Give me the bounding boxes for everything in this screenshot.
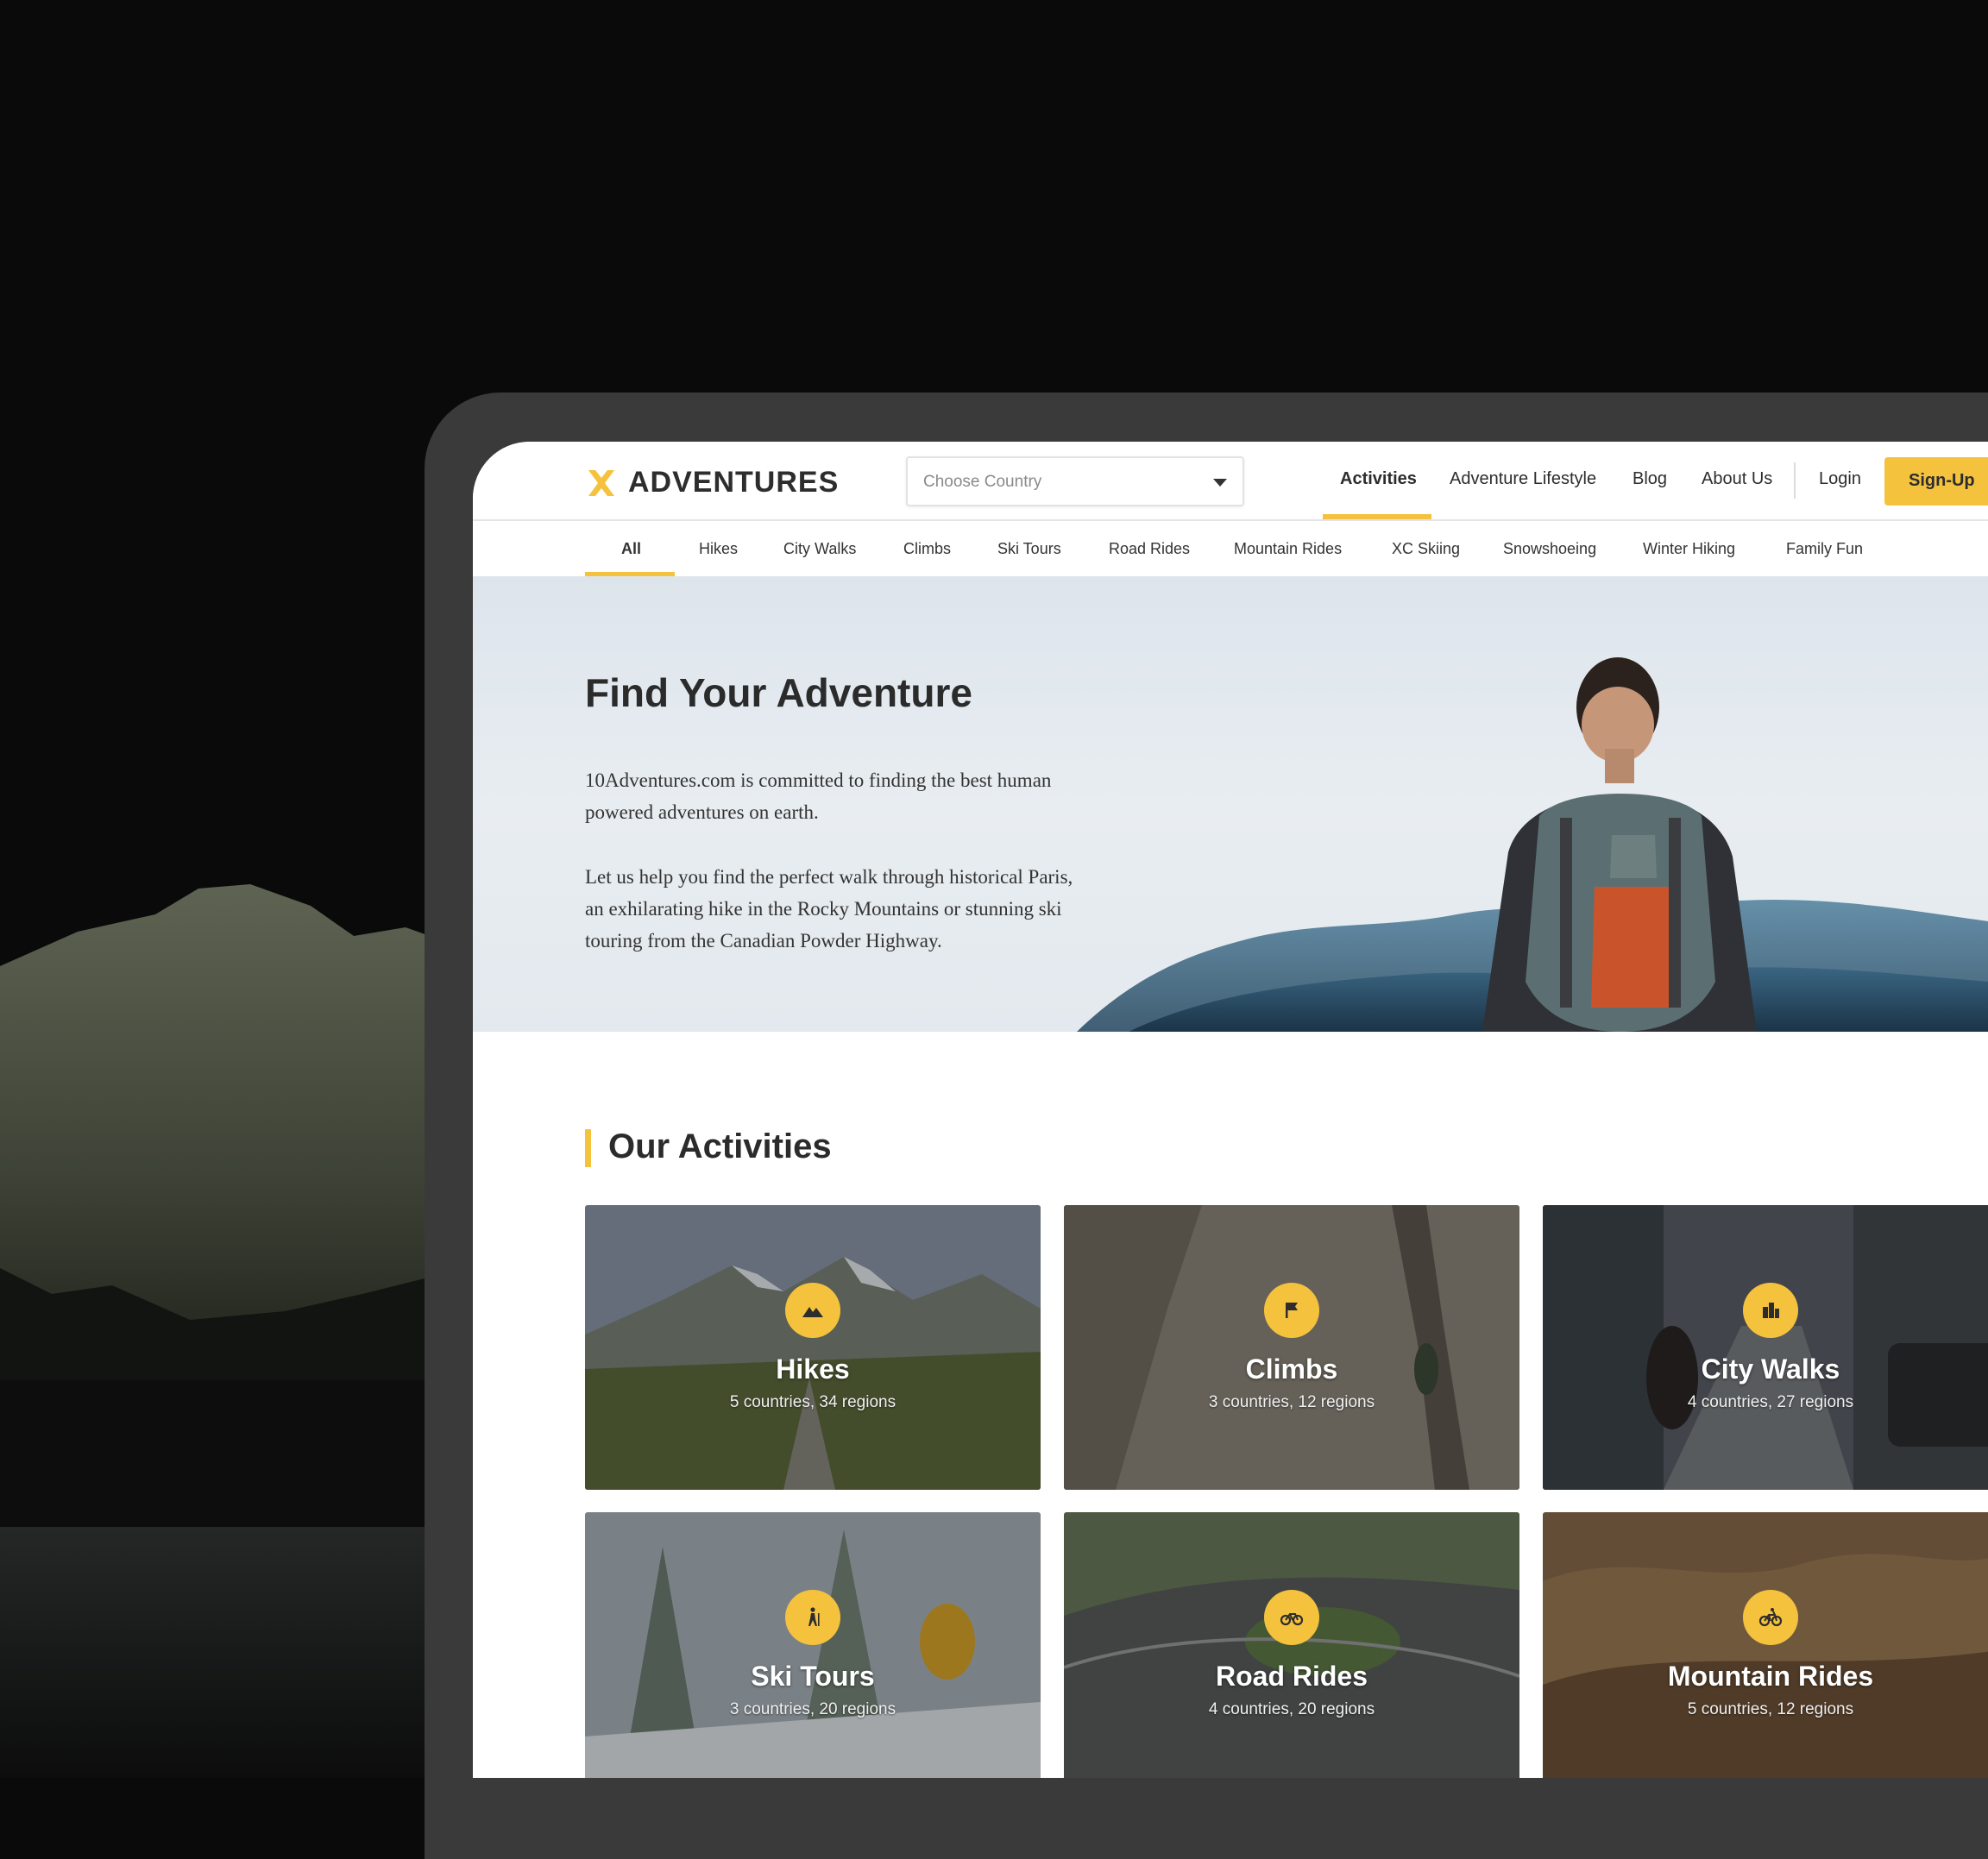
- nav-login[interactable]: Login: [1819, 469, 1861, 489]
- hero-p2-line1: Let us help you find the perfect walk th…: [585, 866, 1073, 888]
- card-badge: [785, 1590, 840, 1645]
- tab-all[interactable]: All: [621, 540, 641, 558]
- card-title: Ski Tours: [751, 1661, 875, 1692]
- tab-city-walks[interactable]: City Walks: [783, 540, 856, 558]
- city-icon: [1763, 1303, 1779, 1318]
- card-subtitle: 5 countries, 12 regions: [1687, 1700, 1854, 1718]
- flag-icon: [1286, 1303, 1298, 1318]
- card-overlay: [585, 1205, 1041, 1490]
- card-title: Hikes: [776, 1353, 850, 1385]
- mountain-bike-icon: [1758, 1608, 1783, 1627]
- site-logo[interactable]: ADVENTURES: [585, 466, 839, 499]
- nav-divider: [1794, 462, 1796, 499]
- card-badge: [785, 1283, 840, 1338]
- road-bike-icon: [1280, 1613, 1304, 1626]
- card-overlay: [1543, 1205, 1988, 1490]
- nav-about-us[interactable]: About Us: [1702, 469, 1772, 489]
- tab-winter-hiking[interactable]: Winter Hiking: [1643, 540, 1735, 558]
- activity-card-climbs[interactable]: Climbs 3 countries, 12 regions: [1064, 1205, 1519, 1490]
- card-subtitle: 3 countries, 20 regions: [729, 1700, 896, 1718]
- hero-paragraph-2: Let us help you find the perfect walk th…: [585, 861, 1154, 957]
- hiker-icon: [808, 1607, 820, 1626]
- card-title: Mountain Rides: [1667, 1661, 1874, 1692]
- hero-p2-line3: touring from the Canadian Powder Highway…: [585, 930, 942, 951]
- card-badge: [1743, 1590, 1798, 1645]
- card-overlay: [585, 1512, 1041, 1778]
- activity-card-mountain-rides[interactable]: Mountain Rides 5 countries, 12 regions: [1543, 1512, 1988, 1778]
- card-overlay: [1064, 1512, 1519, 1778]
- nav-active-indicator: [1323, 514, 1431, 519]
- category-tabs: All Hikes City Walks Climbs Ski Tours Ro…: [473, 521, 1988, 576]
- signup-button[interactable]: Sign-Up: [1884, 457, 1988, 506]
- nav-blog[interactable]: Blog: [1633, 469, 1667, 489]
- card-title: Road Rides: [1215, 1661, 1368, 1692]
- mountain-icon: [802, 1307, 823, 1317]
- tab-xc-skiing[interactable]: XC Skiing: [1392, 540, 1460, 558]
- tab-snowshoeing[interactable]: Snowshoeing: [1503, 540, 1596, 558]
- activity-card-city-walks[interactable]: City Walks 4 countries, 27 regions: [1543, 1205, 1988, 1490]
- card-subtitle: 4 countries, 27 regions: [1687, 1393, 1854, 1411]
- hero-p1-line1: 10Adventures.com is committed to finding…: [585, 769, 1052, 791]
- card-badge: [1264, 1283, 1319, 1338]
- activity-card-ski-tours[interactable]: Ski Tours 3 countries, 20 regions: [585, 1512, 1041, 1778]
- country-select[interactable]: Choose Country: [906, 456, 1244, 506]
- tab-mountain-rides[interactable]: Mountain Rides: [1234, 540, 1342, 558]
- hero-banner: Find Your Adventure 10Adventures.com is …: [473, 576, 1988, 1032]
- hero-p2-line2: an exhilarating hike in the Rocky Mounta…: [585, 898, 1062, 920]
- card-badge: [1743, 1283, 1798, 1338]
- site-header: ADVENTURES Choose Country Activities Adv…: [473, 442, 1988, 521]
- nav-activities[interactable]: Activities: [1340, 469, 1417, 489]
- hero-title: Find Your Adventure: [585, 670, 972, 715]
- signup-label: Sign-Up: [1909, 471, 1975, 490]
- card-overlay: [1543, 1512, 1988, 1778]
- activity-card-road-rides[interactable]: Road Rides 4 countries, 20 regions: [1064, 1512, 1519, 1778]
- card-subtitle: 4 countries, 20 regions: [1208, 1700, 1375, 1718]
- browser-screen: ADVENTURES Choose Country Activities Adv…: [473, 442, 1988, 1778]
- tab-family-fun[interactable]: Family Fun: [1786, 540, 1863, 558]
- activity-card-hikes[interactable]: Hikes 5 countries, 34 regions: [585, 1205, 1041, 1490]
- hero-p1-line2: powered adventures on earth.: [585, 801, 819, 823]
- activities-heading: Our Activities: [608, 1127, 832, 1165]
- caret-down-icon: [1213, 479, 1227, 487]
- nav-adventure-lifestyle[interactable]: Adventure Lifestyle: [1450, 469, 1596, 489]
- card-subtitle: 3 countries, 12 regions: [1208, 1393, 1375, 1411]
- card-badge: [1264, 1590, 1319, 1645]
- tab-road-rides[interactable]: Road Rides: [1109, 540, 1190, 558]
- section-heading-accent: [585, 1129, 591, 1167]
- card-subtitle: 5 countries, 34 regions: [729, 1393, 896, 1411]
- card-title: Climbs: [1245, 1353, 1338, 1385]
- hero-paragraph-1: 10Adventures.com is committed to finding…: [585, 764, 1154, 828]
- tab-hikes[interactable]: Hikes: [699, 540, 738, 558]
- card-overlay: [1064, 1205, 1519, 1490]
- card-title: City Walks: [1701, 1353, 1840, 1385]
- country-select-placeholder: Choose Country: [923, 473, 1042, 491]
- x-logo-icon: [588, 469, 614, 496]
- tab-climbs[interactable]: Climbs: [903, 540, 951, 558]
- logo-text: ADVENTURES: [628, 466, 840, 499]
- tab-ski-tours[interactable]: Ski Tours: [997, 540, 1061, 558]
